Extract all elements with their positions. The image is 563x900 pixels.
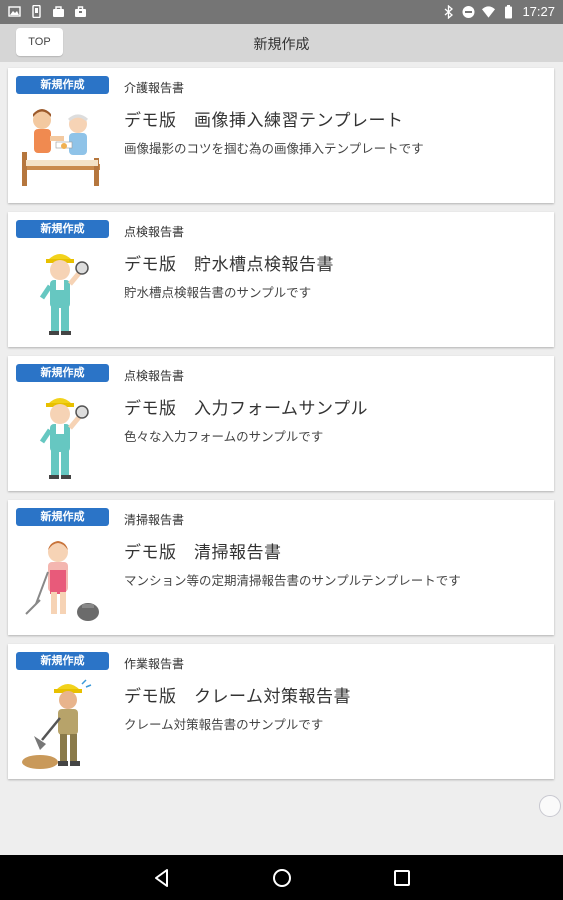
caregiver-illustration	[20, 102, 104, 194]
template-card[interactable]: 新規作成 作業報告書 デモ版 クレーム対策報告書 クレーム対策報告書のサンプルで…	[8, 644, 554, 779]
scroll-indicator[interactable]	[539, 795, 561, 817]
status-time: 17:27	[522, 4, 555, 19]
card-description: マンション等の定期清掃報告書のサンプルテンプレートです	[124, 573, 461, 588]
briefcase-icon	[74, 5, 87, 18]
battery-icon	[502, 4, 515, 19]
new-badge[interactable]: 新規作成	[16, 364, 109, 382]
card-title: デモ版 貯水槽点検報告書	[124, 255, 334, 275]
new-badge[interactable]: 新規作成	[16, 652, 109, 670]
gallery-icon	[8, 5, 21, 18]
app-bar: TOP 新規作成	[0, 24, 563, 62]
card-category: 作業報告書	[124, 657, 185, 671]
card-title: デモ版 画像挿入練習テンプレート	[124, 111, 404, 131]
card-title: デモ版 清掃報告書	[124, 543, 282, 563]
wifi-icon	[482, 5, 496, 19]
card-description: 画像撮影のコツを掴む為の画像挿入テンプレートです	[124, 141, 424, 156]
back-icon[interactable]	[150, 866, 174, 890]
cleaner-illustration	[20, 534, 104, 626]
card-title: デモ版 入力フォームサンプル	[124, 399, 368, 419]
bluetooth-icon	[442, 4, 455, 19]
inspector-illustration	[20, 390, 104, 482]
template-card[interactable]: 新規作成 点検報告書 デモ版 入力フォームサンプル 色々な入力フォームのサンプル…	[8, 356, 554, 491]
inspector-illustration	[20, 246, 104, 338]
new-badge[interactable]: 新規作成	[16, 508, 109, 526]
notification-icons	[8, 5, 87, 18]
new-badge[interactable]: 新規作成	[16, 76, 109, 94]
card-description: 貯水槽点検報告書のサンプルです	[124, 285, 312, 300]
status-bar: 17:27	[0, 0, 563, 24]
page-title: 新規作成	[253, 37, 310, 53]
template-card[interactable]: 新規作成 点検報告書 デモ版 貯水槽点検報告書 貯水槽点検報告書のサンプルです	[8, 212, 554, 347]
do-not-disturb-icon	[462, 5, 475, 19]
home-icon[interactable]	[270, 866, 294, 890]
template-card[interactable]: 新規作成 介護報告書 デモ版 画像挿入練習テンプレート 画像撮影のコツを掴む為の…	[8, 68, 554, 203]
bag-icon	[52, 5, 65, 18]
card-title: デモ版 クレーム対策報告書	[124, 687, 351, 707]
card-description: クレーム対策報告書のサンプルです	[124, 717, 324, 732]
navigation-bar	[0, 855, 563, 900]
card-category: 点検報告書	[124, 225, 185, 239]
worker-illustration	[20, 678, 104, 770]
card-description: 色々な入力フォームのサンプルです	[124, 429, 324, 444]
card-category: 介護報告書	[124, 81, 185, 95]
card-category: 点検報告書	[124, 369, 185, 383]
new-badge[interactable]: 新規作成	[16, 220, 109, 238]
system-icons: 17:27	[442, 4, 555, 19]
card-category: 清掃報告書	[124, 513, 185, 527]
template-card[interactable]: 新規作成 清掃報告書 デモ版 清掃報告書 マンション等の定期清掃報告書のサンプル…	[8, 500, 554, 635]
phone-icon	[30, 5, 43, 18]
recents-icon[interactable]	[390, 866, 414, 890]
